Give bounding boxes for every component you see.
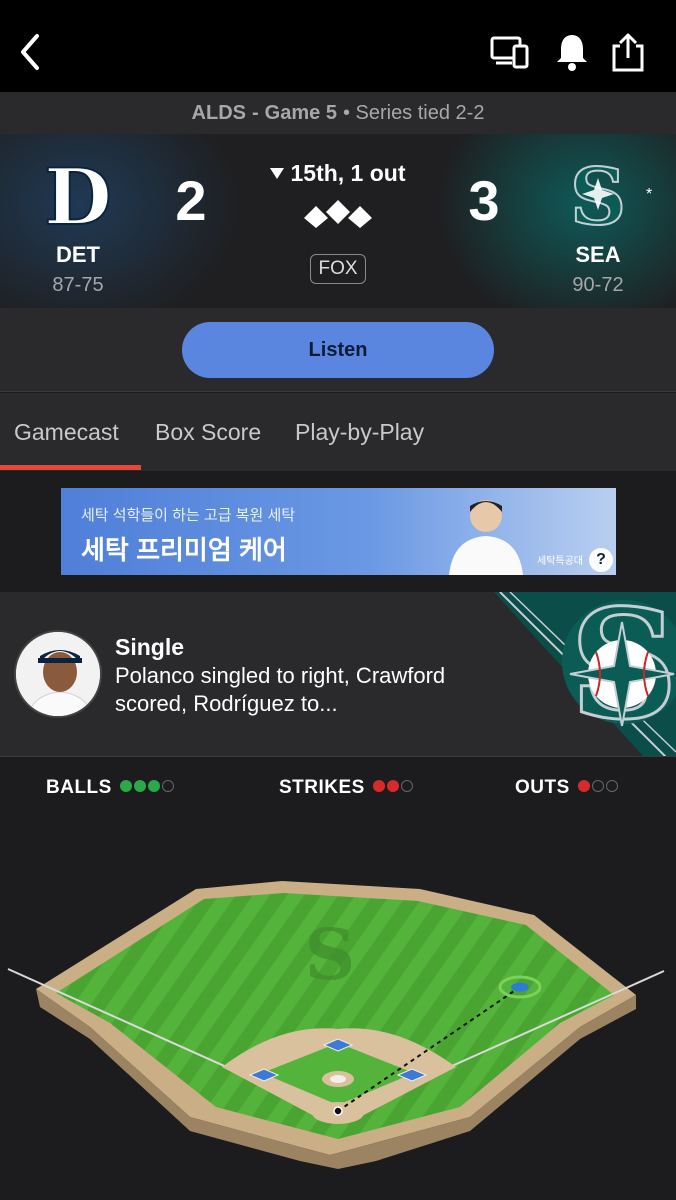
series-status-bar: ALDS - Game 5 • Series tied 2-2 <box>0 92 676 134</box>
active-tab-indicator <box>0 465 141 470</box>
series-status: • Series tied 2-2 <box>342 101 485 124</box>
ad-banner[interactable]: 세탁 석학들이 하는 고급 복원 세탁 세탁 프리미엄 케어 세탁특공대 ? <box>61 488 616 575</box>
listen-button[interactable]: Listen <box>182 322 494 378</box>
tab-gamecast[interactable]: Gamecast <box>14 419 119 446</box>
strikes-indicator: STRIKES <box>279 777 413 799</box>
play-description: Polanco singled to right, Crawford score… <box>115 663 446 716</box>
baseball-field-graphic: S <box>0 817 676 1200</box>
ad-info-icon[interactable]: ? <box>589 548 613 572</box>
strike-dot <box>386 780 399 792</box>
home-team-abbr: SEA <box>575 242 621 267</box>
count-bar: BALLS STRIKES OUTS <box>0 757 676 817</box>
out-dot <box>591 780 604 792</box>
strike-dot <box>372 780 385 792</box>
inning-status: 15th, 1 out <box>250 160 426 187</box>
mariners-corner-logo-icon: S <box>494 592 676 756</box>
ball-dot <box>161 780 174 792</box>
balls-indicator: BALLS <box>46 777 174 799</box>
back-arrow-icon[interactable] <box>0 22 60 82</box>
home-team-record: 90-72 <box>572 274 624 296</box>
away-team-abbr: DET <box>56 242 100 267</box>
scoreboard[interactable]: D DET 87-75 2 15th, 1 out FOX 3 S * SEA … <box>0 134 676 308</box>
listen-section: Listen <box>0 308 676 392</box>
svg-text:D: D <box>44 154 112 234</box>
balls-label: BALLS <box>46 777 112 798</box>
ball-dot <box>119 780 132 792</box>
svg-text:S: S <box>305 913 356 996</box>
inning-text: 15th, 1 out <box>290 160 406 186</box>
ball-dot <box>133 780 146 792</box>
series-game: Game 5 <box>264 101 337 124</box>
home-marker: * <box>646 186 653 203</box>
series-round: ALDS <box>191 101 246 124</box>
devices-icon[interactable] <box>480 22 540 82</box>
ad-brand: 세탁특공대 <box>537 556 583 567</box>
away-team-record: 87-75 <box>52 274 104 296</box>
inning-half-icon <box>270 168 285 179</box>
play-type: Single <box>115 634 185 660</box>
series-separator: - <box>252 101 259 124</box>
balls-dots <box>118 777 174 798</box>
game-tabs: Gamecast Box Score Play-by-Play <box>0 393 676 471</box>
out-dot <box>605 780 618 792</box>
away-score: 2 <box>175 169 207 232</box>
bell-icon[interactable] <box>542 22 602 82</box>
ad-line1: 세탁 석학들이 하는 고급 복원 세탁 <box>81 507 296 524</box>
strikes-dots <box>371 777 413 798</box>
bases-diamond-icon <box>302 198 374 232</box>
player-avatar <box>14 630 102 718</box>
outs-indicator: OUTS <box>515 777 618 799</box>
out-dot <box>577 780 590 792</box>
share-icon[interactable] <box>598 22 658 82</box>
ad-line2: 세탁 프리미엄 케어 <box>81 535 287 565</box>
strike-dot <box>400 780 413 792</box>
last-play-card[interactable]: S Single Polanco singled to right, Crawf… <box>0 592 676 757</box>
home-score: 3 <box>468 169 500 232</box>
tab-play-by-play[interactable]: Play-by-Play <box>295 419 424 446</box>
ad-person-image <box>441 492 531 575</box>
outs-dots <box>576 777 618 798</box>
outs-label: OUTS <box>515 777 570 798</box>
strikes-label: STRIKES <box>279 777 365 798</box>
top-bar <box>0 0 676 92</box>
tab-box-score[interactable]: Box Score <box>155 419 261 446</box>
ball-dot <box>147 780 160 792</box>
tigers-logo-icon: D <box>38 151 118 244</box>
broadcast-network-badge: FOX <box>310 254 366 284</box>
mariners-logo-icon: S <box>558 151 638 244</box>
